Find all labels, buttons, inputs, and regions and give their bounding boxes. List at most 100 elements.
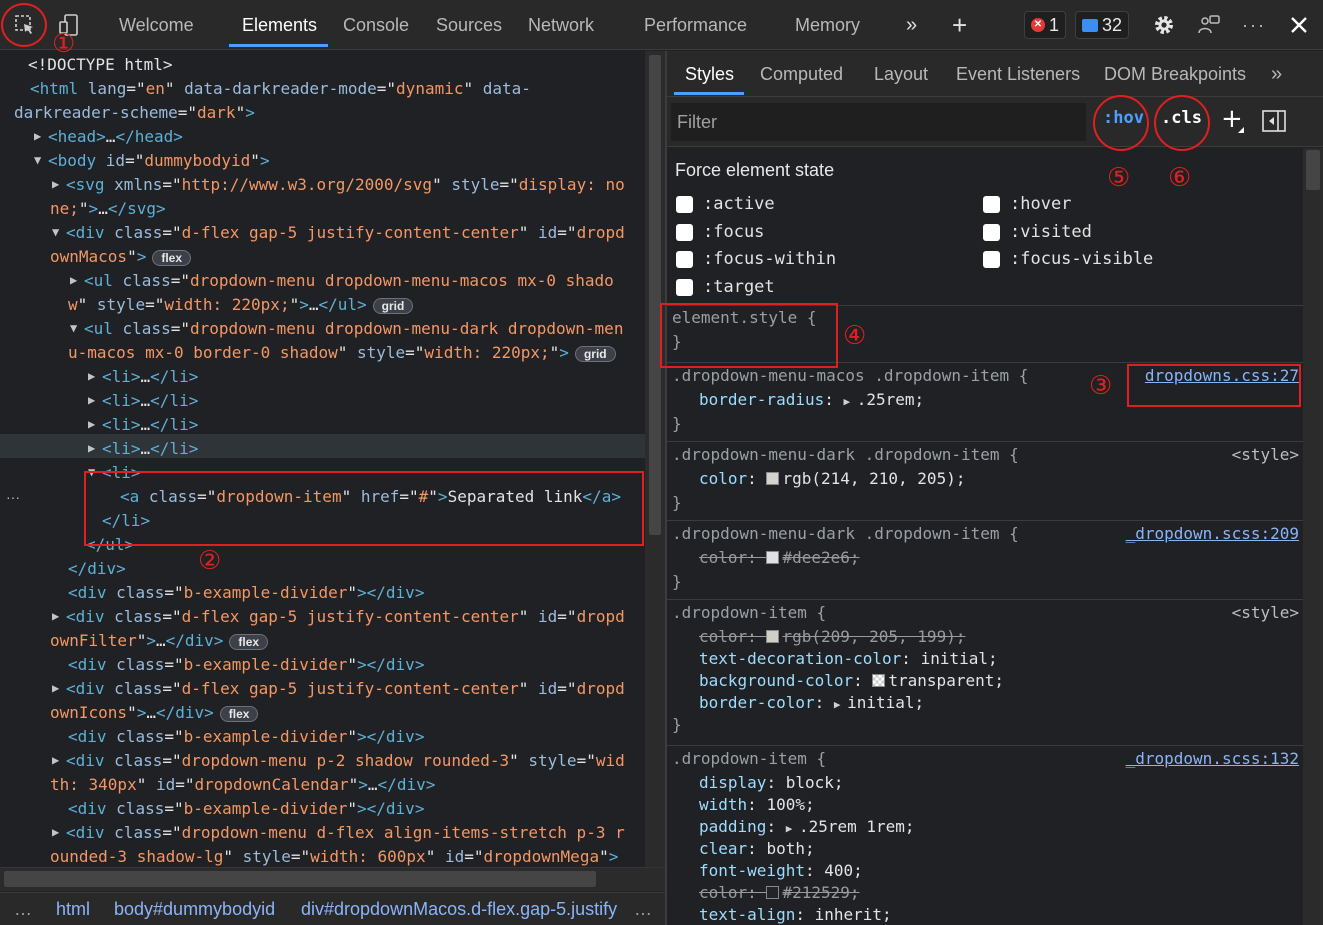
color-swatch[interactable] [766, 630, 780, 643]
force-state-checkbox[interactable] [676, 278, 693, 296]
tab-layout[interactable]: Layout [874, 51, 928, 97]
more-options-icon[interactable]: ··· [1239, 10, 1269, 40]
styles-scroll-thumb[interactable] [1306, 150, 1320, 190]
collapse-triangle-icon[interactable]: ▼ [70, 321, 77, 335]
css-value[interactable]: both; [766, 839, 814, 858]
flex-badge[interactable]: flex [219, 705, 259, 722]
css-value[interactable]: 100%; [766, 795, 814, 814]
expand-triangle-icon[interactable]: ▶ [52, 609, 59, 623]
expand-triangle-icon[interactable]: ▶ [88, 393, 95, 407]
force-state-checkbox[interactable] [983, 251, 1000, 268]
css-property[interactable]: border-color [699, 693, 815, 712]
expand-shorthand-icon[interactable]: ▶ [834, 698, 847, 711]
color-swatch[interactable] [766, 551, 780, 564]
dom-node[interactable]: <div class="d-flex gap-5 justify-content… [66, 605, 625, 629]
tab-elements[interactable]: Elements [242, 0, 317, 50]
css-declaration[interactable]: color: rgb(209, 205, 199); [699, 627, 965, 646]
gear-icon[interactable] [1149, 10, 1179, 40]
css-value[interactable]: #dee2e6; [782, 548, 859, 567]
force-state-checkbox[interactable] [983, 223, 1000, 241]
dom-node[interactable]: <ul class="dropdown-menu dropdown-menu-d… [84, 317, 623, 341]
color-swatch[interactable] [766, 886, 780, 899]
breadcrumb-item[interactable]: html [56, 899, 90, 920]
css-value[interactable]: initial; [847, 693, 924, 712]
css-property[interactable]: display [699, 773, 766, 792]
dom-node[interactable]: ne;">…</svg> [50, 197, 166, 221]
dom-node[interactable]: <div class="b-example-divider"></div> [68, 653, 424, 677]
force-state-checkbox[interactable] [676, 251, 693, 268]
grid-badge[interactable]: grid [372, 297, 414, 314]
expand-triangle-icon[interactable]: ▶ [70, 273, 77, 287]
css-property[interactable]: border-radius [699, 390, 824, 409]
collapse-triangle-icon[interactable]: ▼ [52, 225, 59, 239]
css-property[interactable]: font-weight [699, 861, 805, 880]
dom-node[interactable]: u-macos mx-0 border-0 shadow" style="wid… [68, 341, 616, 365]
dom-node[interactable]: ounded-3 shadow-lg" style="width: 600px"… [50, 845, 618, 867]
dom-node[interactable]: <div class="dropdown-menu p-2 shadow rou… [66, 749, 625, 773]
css-declaration[interactable]: text-align: inherit; [699, 905, 892, 924]
dom-node[interactable]: darkreader-scheme="dark"> [14, 101, 255, 125]
tab-network[interactable]: Network [528, 0, 594, 50]
dom-node[interactable]: <div class="b-example-divider"></div> [68, 725, 424, 749]
dom-node[interactable]: <div class="dropdown-menu d-flex align-i… [66, 821, 625, 845]
dom-tree-horizontal-thumb[interactable] [4, 871, 596, 887]
css-property[interactable]: color [699, 469, 747, 488]
css-value[interactable]: block; [786, 773, 844, 792]
css-declaration[interactable]: text-decoration-color: initial; [699, 649, 998, 668]
rule-selector[interactable]: .dropdown-menu-macos .dropdown-item { [672, 366, 1028, 385]
css-declaration[interactable]: color: rgb(214, 210, 205); [699, 469, 965, 488]
expand-triangle-icon[interactable]: ▶ [88, 369, 95, 383]
dom-node[interactable]: ownFilter">…</div> flex [50, 629, 269, 653]
dom-node[interactable]: <li>…</li> [102, 413, 198, 437]
more-tabs-icon[interactable]: » [1271, 51, 1282, 97]
css-value[interactable]: .25rem 1rem; [799, 817, 915, 836]
css-property[interactable]: clear [699, 839, 747, 858]
expand-triangle-icon[interactable]: ▶ [52, 177, 59, 191]
css-declaration[interactable]: font-weight: 400; [699, 861, 863, 880]
css-declaration[interactable]: border-color: ▶ initial; [699, 693, 924, 712]
styles-filter-input[interactable] [671, 103, 1086, 141]
css-declaration[interactable]: color: #dee2e6; [699, 548, 860, 567]
expand-triangle-icon[interactable]: ▶ [52, 753, 59, 767]
dom-node[interactable]: <svg xmlns="http://www.w3.org/2000/svg" … [66, 173, 625, 197]
tab-sources[interactable]: Sources [436, 0, 502, 50]
css-declaration[interactable]: background-color: transparent; [699, 671, 1004, 690]
tab-event-listeners[interactable]: Event Listeners [956, 51, 1080, 97]
dom-node[interactable]: <body id="dummybodyid"> [48, 149, 270, 173]
rule-selector[interactable]: .dropdown-item { [672, 749, 826, 768]
css-declaration[interactable]: width: 100%; [699, 795, 815, 814]
tab-styles[interactable]: Styles [685, 51, 734, 97]
dom-node[interactable]: w" style="width: 220px;">…</ul> grid [68, 293, 414, 317]
css-value[interactable]: 400; [824, 861, 863, 880]
close-icon[interactable] [1284, 10, 1314, 40]
flex-badge[interactable]: flex [229, 633, 269, 650]
css-declaration[interactable]: padding: ▶ .25rem 1rem; [699, 817, 915, 836]
css-property[interactable]: color [699, 627, 747, 646]
css-value[interactable]: .25rem; [857, 390, 924, 409]
css-declaration[interactable]: clear: both; [699, 839, 815, 858]
new-rule-menu-icon[interactable] [1238, 127, 1244, 133]
toggle-sidebar-icon[interactable] [1262, 110, 1286, 137]
css-property[interactable]: text-decoration-color [699, 649, 901, 668]
plus-icon[interactable]: + [952, 0, 967, 50]
dom-node[interactable]: <div class="d-flex gap-5 justify-content… [66, 677, 625, 701]
dom-node[interactable]: <div class="b-example-divider"></div> [68, 581, 424, 605]
tab-welcome[interactable]: Welcome [119, 0, 194, 50]
tab-memory[interactable]: Memory [795, 0, 860, 50]
dom-node[interactable]: <li>…</li> [102, 389, 198, 413]
css-property[interactable]: background-color [699, 671, 853, 690]
dom-node[interactable]: ownIcons">…</div> flex [50, 701, 259, 725]
color-swatch[interactable] [766, 472, 780, 485]
tab-computed[interactable]: Computed [760, 51, 843, 97]
tab-console[interactable]: Console [343, 0, 409, 50]
dom-node[interactable]: <!DOCTYPE html> [28, 53, 173, 77]
feedback-icon[interactable] [1194, 10, 1224, 40]
flex-badge[interactable]: flex [152, 249, 192, 266]
expand-shorthand-icon[interactable]: ▶ [844, 395, 857, 408]
expand-triangle-icon[interactable]: ▶ [88, 441, 95, 455]
error-badge[interactable]: ✕ 1 [1024, 11, 1067, 39]
dom-node[interactable]: <li>…</li> [102, 437, 198, 461]
breadcrumb-item[interactable]: div#dropdownMacos.d-flex.gap-5.justify [301, 899, 617, 920]
css-value[interactable]: inherit; [815, 905, 892, 924]
more-tabs-icon[interactable]: » [906, 0, 917, 50]
